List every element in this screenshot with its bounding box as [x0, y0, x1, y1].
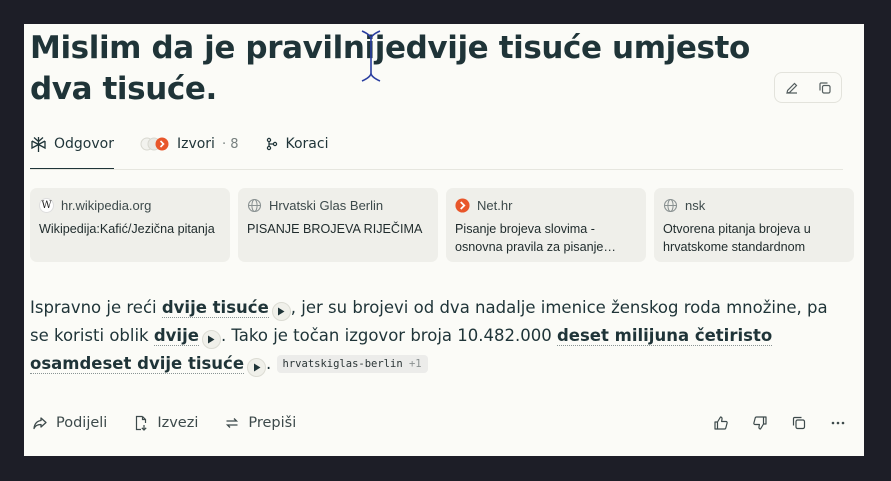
- net-hr-icon: [455, 197, 470, 213]
- highlight-term[interactable]: dvije tisuće: [161, 298, 269, 318]
- play-audio-icon[interactable]: [271, 302, 291, 321]
- globe-icon: [663, 198, 678, 213]
- feedback-actions: [712, 414, 847, 432]
- tab-koraci[interactable]: Koraci: [265, 130, 329, 158]
- answer-segment: .: [266, 354, 272, 373]
- steps-icon: [266, 137, 277, 151]
- action-bar: Podijeli Izvezi Prepiši: [32, 410, 847, 436]
- citation-badge[interactable]: hrvatskiglas-berlin +1: [276, 355, 428, 373]
- source-site: Net.hr: [477, 197, 513, 213]
- source-title: Otvorena pitanja brojeva u hrvatskome st…: [663, 222, 811, 254]
- tab-odgovor[interactable]: Odgovor: [30, 130, 114, 170]
- source-title: PISANJE BROJEVA RIJEČIMA: [247, 222, 423, 236]
- export-button[interactable]: Izvezi: [133, 415, 198, 431]
- thumbs-up-icon[interactable]: [712, 414, 730, 432]
- sources-icon: [140, 136, 170, 152]
- source-cards: W hr.wikipedia.org Wikipedija:Kafić/Jezi…: [30, 188, 854, 262]
- rewrite-label: Prepiši: [248, 415, 297, 431]
- share-icon: [33, 417, 47, 430]
- play-audio-icon[interactable]: [201, 330, 221, 349]
- answer-segment: Ispravno je reći: [30, 298, 162, 317]
- tab-koraci-label: Koraci: [285, 136, 329, 152]
- text-cursor-icon: [361, 30, 381, 82]
- thumbs-down-icon[interactable]: [751, 414, 769, 432]
- tab-izvori-label: Izvori: [176, 136, 215, 152]
- play-audio-icon[interactable]: [247, 358, 267, 377]
- source-title: Pisanje brojeva slovima - osnovna pravil…: [455, 222, 617, 254]
- source-title: Wikipedija:Kafić/Jezična pitanja: [39, 222, 215, 236]
- share-button[interactable]: Podijeli: [32, 415, 107, 431]
- query-title: Mislim da je pravilnijedvije tisuće umje…: [30, 30, 750, 107]
- answer-text: Ispravno je reći dvije tisuće, jer su br…: [30, 294, 845, 378]
- citation-source: hrvatskiglas-berlin: [282, 358, 403, 370]
- export-icon: [136, 415, 147, 431]
- source-site: hr.wikipedia.org: [61, 197, 152, 213]
- answer-segment: . Tako je točan izgovor broja 10.482.000: [220, 326, 557, 345]
- citation-extra-count: +1: [408, 358, 422, 370]
- source-card[interactable]: nsk Otvorena pitanja brojeva u hrvatskom…: [654, 188, 854, 262]
- wikipedia-icon: W: [39, 197, 54, 213]
- export-label: Izvezi: [157, 415, 199, 431]
- source-site: nsk: [685, 197, 706, 213]
- copy-answer-icon[interactable]: [790, 414, 808, 432]
- source-card[interactable]: W hr.wikipedia.org Wikipedija:Kafić/Jezi…: [30, 188, 230, 262]
- sources-count: · 8: [221, 136, 239, 152]
- edit-icon[interactable]: [783, 79, 801, 97]
- highlight-term[interactable]: dvije: [153, 326, 199, 346]
- answer-panel: Mislim da je pravilnijedvije tisuće umje…: [24, 24, 864, 456]
- share-label: Podijeli: [56, 415, 108, 431]
- tab-odgovor-label: Odgovor: [54, 136, 114, 152]
- source-card[interactable]: Hrvatski Glas Berlin PISANJE BROJEVA RIJ…: [238, 188, 438, 262]
- copy-icon[interactable]: [816, 79, 834, 97]
- perplexity-icon: [31, 136, 46, 152]
- rewrite-button[interactable]: Prepiši: [224, 415, 296, 431]
- tab-izvori[interactable]: Izvori · 8: [140, 130, 239, 158]
- more-options-icon[interactable]: [829, 414, 847, 432]
- source-card[interactable]: Net.hr Pisanje brojeva slovima - osnovna…: [446, 188, 646, 262]
- tab-divider: [30, 169, 843, 170]
- tab-bar: Odgovor Izvori · 8 Koraci: [30, 130, 328, 170]
- globe-icon: [247, 198, 262, 213]
- rewrite-icon: [226, 418, 239, 428]
- query-actions: [774, 72, 842, 103]
- source-site: Hrvatski Glas Berlin: [269, 197, 384, 213]
